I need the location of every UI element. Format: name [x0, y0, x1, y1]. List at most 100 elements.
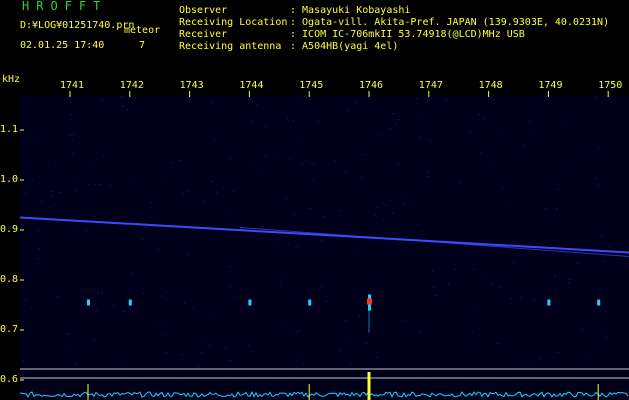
noise-speck: [22, 360, 25, 362]
noise-speck: [70, 114, 73, 116]
noise-speck: [529, 364, 532, 366]
noise-speck: [164, 334, 167, 336]
noise-speck: [544, 207, 547, 209]
noise-speck: [220, 103, 222, 105]
noise-speck: [71, 140, 74, 141]
noise-speck: [285, 197, 288, 199]
noise-speck: [41, 201, 44, 202]
noise-speck: [248, 345, 251, 347]
noise-speck: [48, 207, 51, 209]
noise-speck: [72, 134, 75, 136]
noise-speck: [318, 110, 321, 112]
noise-speck: [54, 165, 57, 167]
noise-speck: [50, 191, 53, 192]
noise-speck: [415, 98, 418, 100]
noise-speck: [446, 99, 449, 101]
noise-speck: [534, 103, 537, 105]
noise-speck: [159, 175, 162, 177]
noise-speck: [56, 296, 59, 298]
noise-speck: [312, 179, 315, 181]
noise-speck: [254, 163, 257, 165]
noise-speck: [580, 328, 583, 330]
noise-speck: [476, 345, 479, 347]
noise-speck: [426, 171, 429, 173]
noise-speck: [429, 141, 432, 143]
noise-speck: [122, 310, 125, 312]
noise-speck: [608, 245, 611, 247]
noise-speck: [224, 347, 227, 349]
noise-speck: [382, 202, 385, 204]
noise-speck: [165, 291, 168, 293]
noise-speck: [99, 287, 102, 289]
noise-speck: [187, 191, 189, 193]
meteor-head: [367, 298, 372, 305]
noise-speck: [200, 352, 203, 354]
noise-speck: [293, 295, 296, 297]
noise-speck: [389, 199, 392, 201]
time-tick-label: 1744: [239, 80, 264, 91]
noise-speck: [351, 185, 353, 187]
meteor-echo-1741: [87, 299, 90, 306]
noise-speck: [20, 227, 23, 229]
noise-speck: [84, 230, 87, 231]
noise-speck: [72, 152, 75, 154]
noise-speck: [109, 184, 111, 186]
noise-speck: [556, 208, 558, 210]
noise-speck: [228, 208, 231, 210]
noise-speck: [122, 106, 124, 108]
noise-speck: [292, 214, 295, 216]
noise-speck: [66, 333, 69, 335]
noise-speck: [51, 195, 54, 197]
noise-speck: [296, 331, 298, 333]
noise-speck: [31, 179, 34, 181]
noise-speck: [25, 300, 28, 302]
noise-speck: [597, 183, 600, 185]
noise-speck: [68, 346, 71, 348]
noise-speck: [75, 216, 78, 218]
noise-speck: [483, 118, 486, 120]
meteor-echo-1749: [547, 299, 551, 306]
noise-speck: [221, 186, 224, 188]
noise-speck: [263, 233, 266, 235]
y-tick-label: 0.9: [0, 224, 19, 235]
noise-speck: [304, 159, 307, 161]
noise-speck: [498, 132, 501, 134]
noise-speck: [374, 215, 377, 217]
noise-speck: [403, 203, 406, 204]
noise-speck: [58, 192, 61, 193]
time-tick-label: 1747: [418, 80, 443, 91]
noise-speck: [447, 284, 450, 286]
meteor-echo-1744: [248, 299, 252, 306]
noise-speck: [359, 227, 361, 229]
noise-speck: [24, 193, 27, 195]
noise-speck: [346, 340, 349, 342]
noise-speck: [264, 125, 266, 127]
noise-speck: [519, 296, 522, 298]
noise-speck: [568, 282, 571, 284]
noise-speck: [427, 175, 430, 177]
noise-speck: [202, 200, 205, 202]
noise-speck: [510, 298, 512, 300]
noise-speck: [588, 357, 591, 359]
noise-speck: [279, 285, 282, 287]
noise-speck: [396, 163, 399, 164]
noise-speck: [211, 181, 213, 182]
noise-speck: [346, 110, 349, 112]
noise-speck: [273, 156, 276, 158]
noise-speck: [92, 338, 95, 340]
noise-speck: [502, 188, 505, 190]
noise-speck: [435, 295, 437, 297]
noise-speck: [458, 182, 461, 184]
noise-speck: [496, 343, 499, 344]
noise-speck: [321, 285, 324, 287]
meteor-echo-1742: [128, 299, 132, 306]
noise-speck: [600, 234, 603, 236]
noise-speck: [539, 357, 542, 359]
noise-speck: [463, 228, 466, 230]
noise-speck: [132, 178, 135, 180]
noise-speck: [339, 209, 342, 211]
noise-speck: [469, 131, 472, 133]
noise-speck: [292, 329, 295, 331]
noise-speck: [556, 352, 559, 353]
noise-speck: [160, 295, 163, 297]
